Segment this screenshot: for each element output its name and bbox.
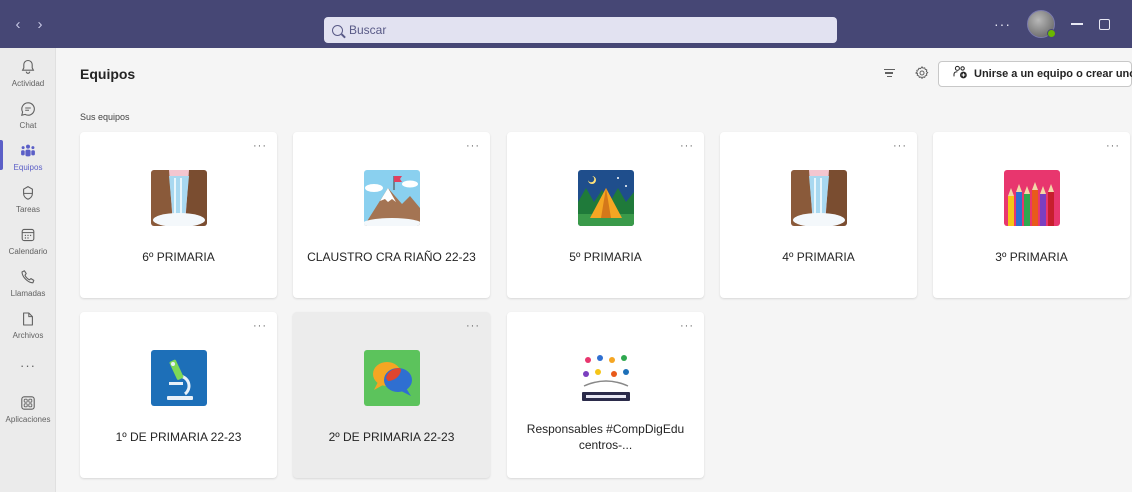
more-options-icon[interactable]: ··· xyxy=(994,16,1011,32)
team-card[interactable]: ··· Responsables #CompDigEdu centros-... xyxy=(507,312,704,478)
team-card[interactable]: ··· 2º DE PRIMARIA 22-23 xyxy=(293,312,490,478)
more-icon: ··· xyxy=(20,357,36,373)
rail-label: Aplicaciones xyxy=(5,415,51,424)
rail-item-apps[interactable]: Aplicaciones xyxy=(0,392,56,424)
forward-arrow-icon[interactable]: › xyxy=(34,16,46,33)
team-name: 1º DE PRIMARIA 22-23 xyxy=(115,430,242,444)
file-icon xyxy=(20,308,36,330)
app-rail: Actividad Chat Equipos Tareas Calendario… xyxy=(0,48,56,492)
team-name: 4º PRIMARIA xyxy=(782,250,855,264)
rail-label: Equipos xyxy=(13,163,43,172)
rail-item-calls[interactable]: Llamadas xyxy=(0,266,56,298)
gear-icon[interactable] xyxy=(914,65,930,81)
back-arrow-icon[interactable]: ‹ xyxy=(12,16,24,33)
team-name: CLAUSTRO CRA RIAÑO 22-23 xyxy=(307,250,476,264)
window-controls: ··· xyxy=(994,0,1132,48)
teams-page: Equipos Unirse a un equipo o crear uno S… xyxy=(56,48,1132,492)
rail-item-files[interactable]: Archivos xyxy=(0,308,56,340)
more-options-icon[interactable]: ··· xyxy=(466,140,480,152)
team-card[interactable]: ··· 1º DE PRIMARIA 22-23 xyxy=(80,312,277,478)
team-name: 5º PRIMARIA xyxy=(569,250,642,264)
more-options-icon[interactable]: ··· xyxy=(1106,140,1120,152)
teams-icon xyxy=(20,140,36,162)
rail-label: Llamadas xyxy=(10,289,46,298)
search-input[interactable]: Buscar xyxy=(324,17,837,43)
more-options-icon[interactable]: ··· xyxy=(680,140,694,152)
rail-item-assignments[interactable]: Tareas xyxy=(0,182,56,214)
chat-bubbles-image xyxy=(364,350,420,406)
more-options-icon[interactable]: ··· xyxy=(893,140,907,152)
join-or-create-team-label: Unirse a un equipo o crear uno xyxy=(974,68,1132,80)
team-name: 3º PRIMARIA xyxy=(995,250,1068,264)
team-card[interactable]: ··· 4º PRIMARIA xyxy=(720,132,917,298)
tent-image xyxy=(578,170,634,226)
rail-label: Tareas xyxy=(15,205,40,214)
rail-label: Archivos xyxy=(12,331,44,340)
search-icon xyxy=(332,24,343,36)
centros-leon-logo-image xyxy=(578,350,634,406)
page-title: Equipos xyxy=(80,66,136,82)
minimize-icon[interactable] xyxy=(1071,23,1083,25)
join-team-icon xyxy=(953,65,968,84)
title-bar: ‹ › Buscar ··· xyxy=(0,0,1132,48)
waterfall-image xyxy=(791,170,847,226)
rail-item-activity[interactable]: Actividad xyxy=(0,56,56,88)
join-or-create-team-button[interactable]: Unirse a un equipo o crear uno xyxy=(938,61,1132,87)
maximize-icon[interactable] xyxy=(1099,18,1110,30)
pencils-image xyxy=(1004,170,1060,226)
filter-icon[interactable] xyxy=(882,66,896,80)
avatar[interactable] xyxy=(1027,10,1056,38)
presence-available-icon xyxy=(1047,29,1056,38)
team-card[interactable]: ··· 6º PRIMARIA xyxy=(80,132,277,298)
waterfall-image xyxy=(151,170,207,226)
team-card[interactable]: ··· CLAUSTRO CRA RIAÑO 22-23 xyxy=(293,132,490,298)
team-name: Responsables #CompDigEdu centros-... xyxy=(526,422,685,452)
calendar-icon xyxy=(20,224,36,246)
microscope-image xyxy=(151,350,207,406)
assignments-icon xyxy=(20,182,36,204)
team-name: 2º DE PRIMARIA 22-23 xyxy=(328,430,455,444)
more-options-icon[interactable]: ··· xyxy=(466,320,480,332)
rail-item-teams[interactable]: Equipos xyxy=(0,140,56,172)
bell-icon xyxy=(20,56,36,78)
team-card[interactable]: ··· 5º PRIMARIA xyxy=(507,132,704,298)
apps-icon xyxy=(20,392,36,414)
team-name: 6º PRIMARIA xyxy=(142,250,215,264)
more-options-icon[interactable]: ··· xyxy=(253,320,267,332)
chat-icon xyxy=(20,98,36,120)
phone-icon xyxy=(20,266,36,288)
team-card[interactable]: ··· 3º PRIMARIA xyxy=(933,132,1130,298)
section-label: Sus equipos xyxy=(80,112,130,122)
more-options-icon[interactable]: ··· xyxy=(680,320,694,332)
rail-label: Chat xyxy=(19,121,37,130)
rail-item-more[interactable]: ··· xyxy=(0,354,56,376)
rail-label: Actividad xyxy=(11,79,45,88)
rail-label: Calendario xyxy=(8,247,48,256)
rail-item-chat[interactable]: Chat xyxy=(0,98,56,130)
mountain-image xyxy=(364,170,420,226)
more-options-icon[interactable]: ··· xyxy=(253,140,267,152)
rail-item-calendar[interactable]: Calendario xyxy=(0,224,56,256)
search-placeholder: Buscar xyxy=(349,23,387,37)
history-nav: ‹ › xyxy=(0,16,46,33)
